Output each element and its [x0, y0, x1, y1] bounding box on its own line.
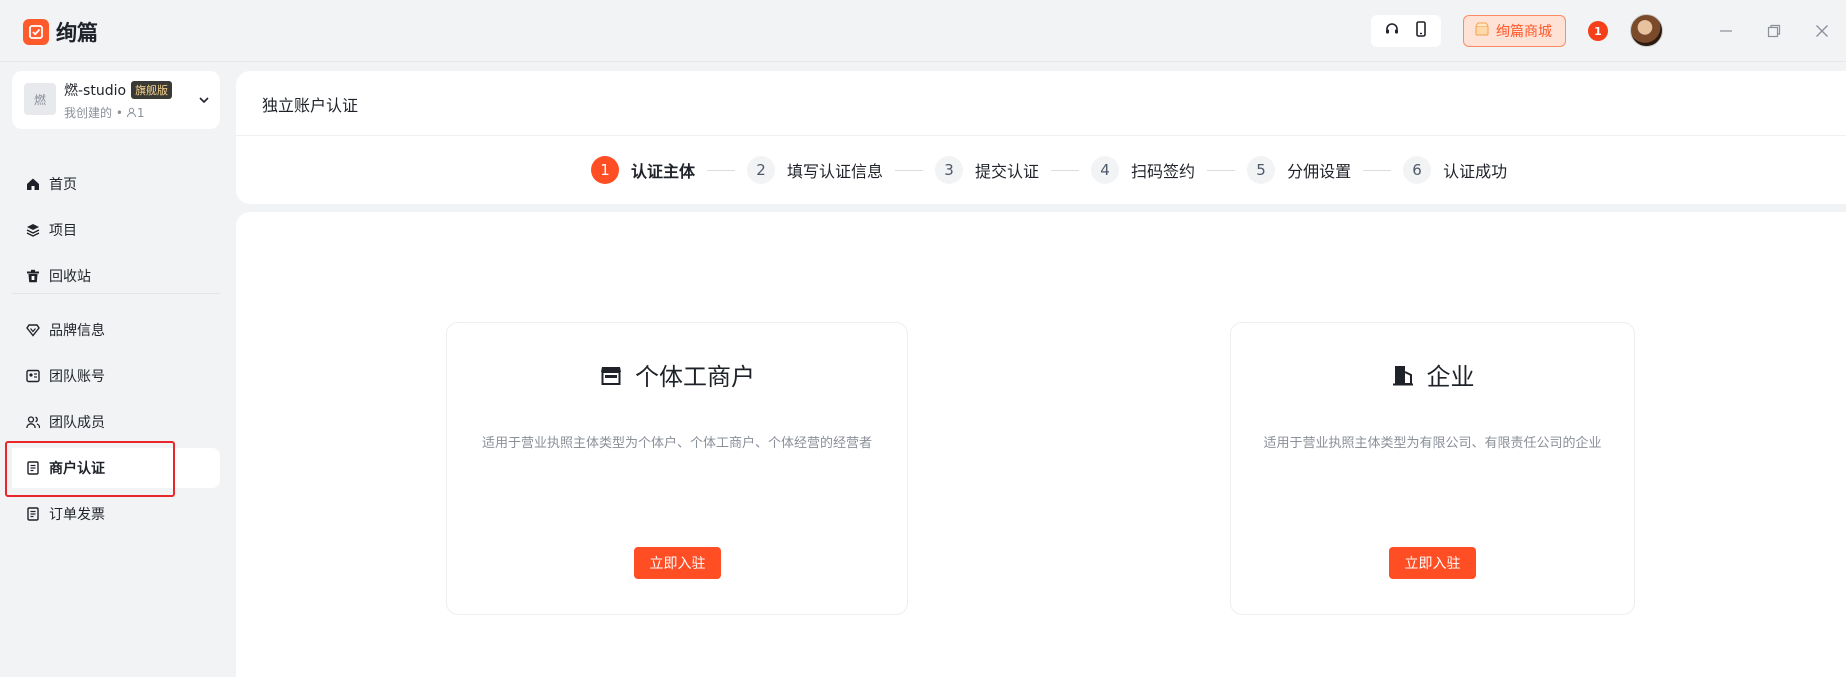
entity-type-panel: 个体工商户 适用于营业执照主体类型为个体户、个体工商户、个体经营的经营者 立即入… [236, 212, 1846, 677]
step-label: 认证主体 [631, 162, 696, 181]
card-header: 个体工商户 [447, 357, 907, 392]
restore-icon[interactable] [1761, 18, 1787, 44]
home-icon [25, 176, 41, 192]
sidebar-item-label: 项目 [49, 223, 77, 239]
card-title: 个体工商户 [635, 363, 755, 391]
sidebar-item-invoices[interactable]: 订单发票 [12, 494, 220, 534]
step-number: 3 [935, 156, 964, 184]
card-description: 适用于营业执照主体类型为个体户、个体工商户、个体经营的经营者 [481, 436, 872, 451]
sidebar-item-label: 订单发票 [49, 507, 105, 523]
member-icon [126, 107, 137, 118]
sidebar-item-team-account[interactable]: 团队账号 [12, 356, 220, 396]
step-number: 6 [1403, 156, 1432, 184]
headset-icon[interactable] [1384, 21, 1400, 41]
notification-badge[interactable]: 1 [1588, 21, 1608, 41]
plan-badge: 旗舰版 [131, 81, 173, 99]
card-title: 企业 [1426, 363, 1475, 391]
mall-label: 绚篇商城 [1496, 24, 1552, 40]
app-name: 绚篇 [56, 21, 98, 45]
sidebar-item-label: 回收站 [49, 269, 91, 285]
team-meta: 我创建的 • 1 [64, 104, 145, 121]
sidebar-item-label: 团队账号 [49, 369, 105, 385]
support-group [1371, 15, 1441, 47]
step-connector [1207, 169, 1236, 171]
step-2: 2 填写认证信息 [747, 156, 883, 184]
sidebar-item-label: 首页 [49, 177, 77, 193]
sidebar-item-trash[interactable]: 回收站 [12, 256, 220, 296]
app-logo[interactable]: 绚篇 [23, 17, 98, 47]
team-name: 燃-studio [64, 83, 127, 99]
chevron-down-icon [198, 91, 210, 110]
close-icon[interactable] [1809, 18, 1835, 44]
step-number: 1 [591, 156, 619, 184]
entity-card-enterprise: 企业 适用于营业执照主体类型为有限公司、有限责任公司的企业 立即入驻 [1230, 322, 1635, 615]
users-icon [25, 414, 41, 430]
storefront-icon [599, 363, 623, 387]
auth-header: 独立账户认证 1 认证主体 2 填写认证信息 3 提交认证 4 扫码签约 5 分… [236, 71, 1846, 204]
phone-icon[interactable] [1414, 21, 1428, 41]
step-label: 分佣设置 [1287, 162, 1352, 181]
step-connector [1051, 169, 1080, 171]
join-individual-button[interactable]: 立即入驻 [634, 547, 721, 579]
member-count: 1 [136, 105, 145, 120]
id-card-icon [25, 368, 41, 384]
step-label: 填写认证信息 [787, 162, 884, 181]
sidebar-item-team-members[interactable]: 团队成员 [12, 402, 220, 442]
logo-check-icon [23, 19, 49, 45]
sidebar-divider [12, 293, 220, 294]
building-icon [1391, 363, 1415, 387]
sidebar-item-home[interactable]: 首页 [12, 164, 220, 204]
sidebar-item-label: 品牌信息 [49, 323, 105, 339]
sidebar-item-projects[interactable]: 项目 [12, 210, 220, 250]
header-divider [236, 135, 1846, 136]
join-enterprise-button[interactable]: 立即入驻 [1389, 547, 1476, 579]
step-1: 1 认证主体 [591, 156, 695, 184]
card-description: 适用于营业执照主体类型为有限公司、有限责任公司的企业 [1263, 436, 1602, 451]
step-number: 5 [1247, 156, 1276, 184]
step-connector [1363, 169, 1392, 171]
sidebar-item-brand[interactable]: 品牌信息 [12, 310, 220, 350]
sidebar: 燃 燃-studio 旗舰版 我创建的 • 1 首页 项目 回收站 品牌信息 团… [0, 62, 234, 677]
step-6: 6 认证成功 [1403, 156, 1507, 184]
team-switcher[interactable]: 燃 燃-studio 旗舰版 我创建的 • 1 [12, 71, 220, 129]
step-label: 扫码签约 [1131, 162, 1196, 181]
step-number: 4 [1091, 156, 1120, 184]
trash-icon [25, 268, 41, 284]
team-avatar: 燃 [24, 83, 56, 115]
top-bar: 绚篇 绚篇商城 1 [0, 0, 1846, 62]
diamond-icon [25, 322, 41, 338]
entity-card-individual: 个体工商户 适用于营业执照主体类型为个体户、个体工商户、个体经营的经营者 立即入… [446, 322, 908, 615]
minimize-icon[interactable] [1713, 18, 1739, 44]
layers-icon [25, 222, 41, 238]
team-owner-label: 我创建的 • [64, 106, 123, 120]
card-header: 企业 [1231, 357, 1634, 392]
page-title: 独立账户认证 [262, 96, 359, 115]
team-name-row: 燃-studio 旗舰版 [64, 80, 173, 100]
step-connector [895, 169, 924, 171]
step-label: 提交认证 [975, 162, 1040, 181]
step-4: 4 扫码签约 [1091, 156, 1195, 184]
step-number: 2 [747, 156, 776, 184]
step-3: 3 提交认证 [935, 156, 1039, 184]
mall-button[interactable]: 绚篇商城 [1463, 15, 1566, 47]
invoice-icon [25, 506, 41, 522]
user-avatar[interactable] [1630, 14, 1663, 47]
step-label: 认证成功 [1443, 162, 1508, 181]
step-connector [707, 169, 736, 171]
shop-icon [1474, 21, 1490, 41]
highlight-outline [5, 441, 175, 497]
sidebar-item-label: 团队成员 [49, 415, 105, 431]
step-5: 5 分佣设置 [1247, 156, 1351, 184]
step-indicator: 1 认证主体 2 填写认证信息 3 提交认证 4 扫码签约 5 分佣设置 6 认… [591, 156, 1507, 184]
